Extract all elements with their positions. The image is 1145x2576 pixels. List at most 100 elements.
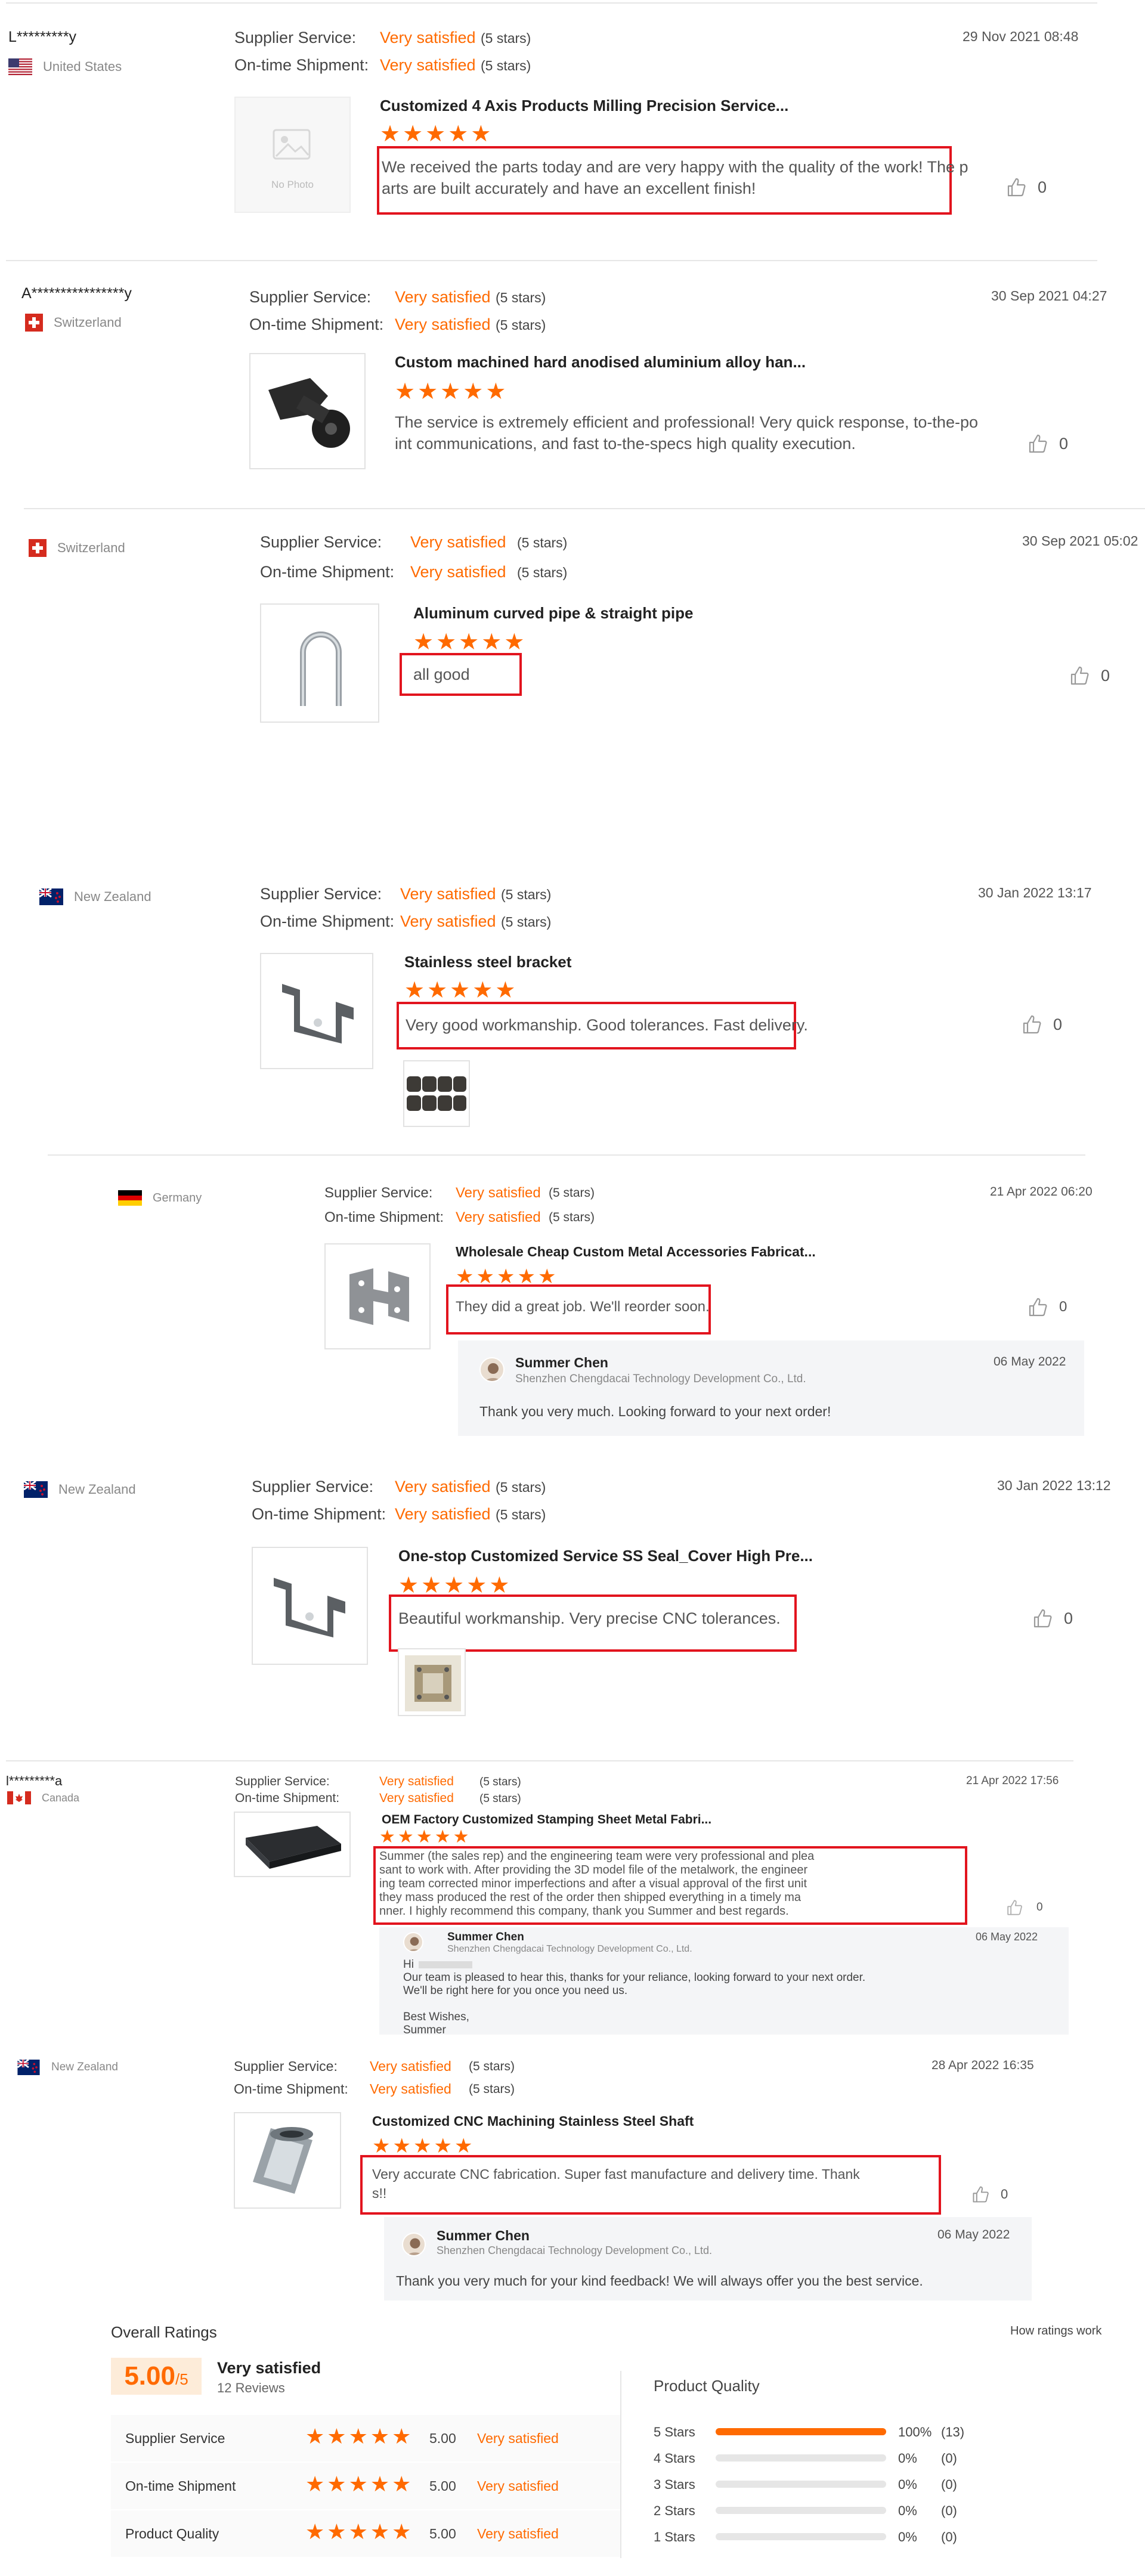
supplier-service-value: Very satisfied (380, 29, 476, 47)
like-button[interactable]: 0 (1005, 1899, 1043, 1916)
like-button[interactable]: 0 (971, 2185, 1008, 2204)
how-ratings-work-link[interactable]: How ratings work (1010, 2324, 1145, 2338)
rating-stars: ★ ★ ★ ★ ★ (305, 2519, 411, 2544)
overall-label: Very satisfied (217, 2359, 321, 2377)
shipment-value: Very satisfied (400, 912, 496, 930)
rating-stars: ★ ★ ★ ★ ★ (456, 1265, 556, 1288)
shipment-value: Very satisfied (379, 1791, 454, 1805)
reviewer-country: United States (8, 58, 122, 75)
product-thumbnail[interactable] (234, 1812, 351, 1877)
product-title[interactable]: Stainless steel bracket (404, 953, 571, 971)
supplier-reply: Summer Chen Shenzhen Chengdacai Technolo… (384, 2217, 1032, 2301)
no-photo-icon (273, 129, 311, 160)
supplier-service-value: Very satisfied (456, 1185, 541, 1201)
like-count: 0 (1001, 2187, 1008, 2202)
product-title[interactable]: OEM Factory Customized Stamping Sheet Me… (382, 1813, 711, 1827)
supplier-service-stars: (5 stars) (501, 887, 552, 902)
like-button[interactable]: 0 (1021, 1014, 1062, 1035)
supplier-service-label: Supplier Service: (234, 2058, 338, 2074)
product-image (349, 1268, 409, 1325)
shipment-value: Very satisfied (380, 56, 476, 74)
flag-new-zealand-icon (17, 2060, 41, 2075)
product-title[interactable]: One-stop Customized Service SS Seal_Cove… (398, 1547, 813, 1565)
rating-stars: ★ ★ ★ ★ ★ (398, 1573, 510, 1598)
shipment-label: On-time Shipment: (324, 1209, 444, 1225)
shipment-stars: (5 stars) (469, 2082, 515, 2096)
supplier-service-label: Supplier Service: (235, 1775, 330, 1788)
reviewer-country: Canada (7, 1791, 79, 1804)
like-button[interactable]: 0 (1032, 1608, 1073, 1629)
overall-score: 5.00 (124, 2361, 175, 2391)
shipment-value: Very satisfied (395, 1505, 491, 1523)
distribution-bar (716, 2428, 886, 2435)
reviewer-country: New Zealand (39, 888, 151, 905)
shipment-label: On-time Shipment: (249, 315, 384, 333)
product-title[interactable]: Wholesale Cheap Custom Metal Accessories… (456, 1244, 816, 1260)
like-button[interactable]: 0 (1069, 665, 1110, 686)
star-level-percent: 100% (898, 2425, 932, 2439)
supplier-service-stars: (5 stars) (496, 1479, 546, 1495)
product-thumbnail[interactable] (260, 603, 379, 723)
review-comment: Beautiful workmanship. Very precise CNC … (398, 1609, 781, 1627)
like-count: 0 (1053, 1015, 1063, 1033)
like-count: 0 (1101, 666, 1110, 685)
product-thumbnail[interactable] (234, 2112, 341, 2209)
thumbs-up-icon (1023, 1015, 1041, 1034)
product-title[interactable]: Customized CNC Machining Stainless Steel… (372, 2113, 694, 2129)
reply-text: Hi Our team is pleased to hear this, tha… (403, 1958, 866, 2036)
supplier-reply: Summer Chen Shenzhen Chengdacai Technolo… (379, 1927, 1069, 2036)
supplier-service-label: Supplier Service: (249, 288, 372, 306)
flag-us-icon (8, 58, 32, 75)
rating-stars: ★ ★ ★ ★ ★ (372, 2135, 473, 2157)
product-thumbnail[interactable] (324, 1243, 431, 1349)
review-comment: Very accurate CNC fabrication. Super fas… (372, 2166, 860, 2201)
rating-stars: ★ ★ ★ ★ ★ (380, 122, 491, 147)
review-comment: The service is extremely efficient and p… (395, 413, 978, 453)
rating-stars: ★ ★ ★ ★ ★ (413, 630, 525, 655)
thumbs-up-icon (1007, 1900, 1022, 1915)
review-photo[interactable] (398, 1648, 466, 1716)
rating-row-name: Supplier Service (125, 2431, 225, 2446)
shipment-label: On-time Shipment: (260, 563, 395, 581)
reply-author: Summer Chen (447, 1931, 524, 1943)
like-button[interactable]: 0 (1027, 1296, 1067, 1318)
supplier-service-label: Supplier Service: (234, 29, 357, 47)
star-level-percent: 0% (898, 2529, 917, 2544)
star-level-label: 4 Stars (654, 2451, 695, 2466)
review-count: 12 Reviews (217, 2380, 285, 2395)
reply-author: Summer Chen (437, 2228, 530, 2243)
review-date: 28 Apr 2022 16:35 (932, 2058, 1034, 2072)
like-count: 0 (1036, 1901, 1043, 1914)
like-button[interactable]: 0 (1027, 433, 1068, 454)
reply-company: Shenzhen Chengdacai Technology Developme… (447, 1944, 692, 1954)
product-title[interactable]: Customized 4 Axis Products Milling Preci… (380, 97, 788, 115)
rating-row-label: Very satisfied (477, 2478, 559, 2494)
star-level-count: (0) (941, 2477, 957, 2492)
product-thumbnail[interactable] (249, 353, 366, 469)
divider (6, 2, 1097, 4)
shipment-stars: (5 stars) (549, 1210, 595, 1224)
shipment-label: On-time Shipment: (252, 1505, 386, 1523)
product-image (300, 631, 342, 706)
overall-score-suffix: /5 (175, 2370, 188, 2388)
like-button[interactable]: 0 (1005, 177, 1047, 198)
reviewer-country: Germany (118, 1190, 202, 1206)
supplier-service-label: Supplier Service: (324, 1185, 433, 1201)
product-thumbnail[interactable]: No Photo (234, 97, 351, 213)
reply-date: 06 May 2022 (937, 2228, 1010, 2241)
review-photo[interactable] (403, 1060, 470, 1127)
overall-ratings-title: Overall Ratings (111, 2323, 217, 2341)
review-date: 30 Sep 2021 05:02 (1022, 533, 1138, 549)
review-comment: They did a great job. We'll reorder soon… (456, 1299, 710, 1315)
product-title[interactable]: Custom machined hard anodised aluminium … (395, 353, 806, 371)
thumbs-up-icon (1070, 666, 1089, 685)
review-date: 21 Apr 2022 06:20 (990, 1185, 1093, 1199)
product-thumbnail[interactable] (260, 953, 373, 1069)
rating-row-label: Very satisfied (477, 2431, 559, 2446)
product-thumbnail[interactable] (252, 1547, 368, 1665)
reviewer-name: A****************y (21, 285, 132, 302)
thumbs-up-icon (1033, 1609, 1052, 1628)
product-title[interactable]: Aluminum curved pipe & straight pipe (413, 604, 694, 623)
reply-author: Summer Chen (515, 1355, 608, 1370)
shipment-label: On-time Shipment: (260, 912, 395, 930)
